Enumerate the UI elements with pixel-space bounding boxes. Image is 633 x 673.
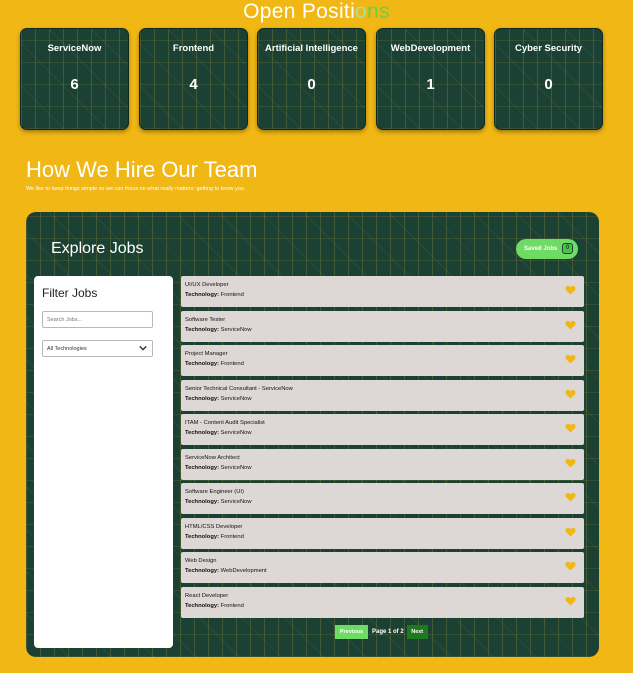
technology-value: Frontend — [220, 361, 244, 367]
heart-icon[interactable] — [565, 492, 576, 502]
job-title: Software Tester — [185, 316, 226, 323]
heart-icon[interactable] — [565, 389, 576, 399]
job-title: Project Manager — [185, 351, 228, 357]
job-card[interactable]: ServiceNow Architect Technology: Service… — [181, 448, 584, 480]
pagination: Previous Page 1 of 2 Next — [335, 625, 428, 639]
technology-select-value: All Technologies — [47, 345, 87, 352]
stat-count: 1 — [426, 76, 435, 93]
heart-icon[interactable] — [565, 596, 576, 606]
saved-jobs-button[interactable]: Saved Jobs 0 — [516, 239, 578, 259]
technology-value: ServiceNow — [220, 464, 252, 471]
job-title: Software Engineer (UI) — [185, 489, 244, 495]
job-title: Web Design — [185, 558, 217, 564]
technology-label: Technology: — [185, 292, 220, 298]
saved-jobs-label: Saved Jobs — [524, 246, 558, 252]
technology-label: Technology: — [185, 464, 220, 471]
title-text-b: o — [355, 0, 368, 23]
technology-label: Technology: — [185, 602, 220, 609]
explore-heading: Explore Jobs — [51, 240, 144, 257]
heart-icon[interactable] — [565, 354, 576, 364]
filter-heading: Filter Jobs — [42, 286, 98, 300]
heart-icon[interactable] — [565, 285, 576, 295]
job-technology: Technology: Frontend — [185, 361, 244, 367]
filter-panel: Filter Jobs All Technologies — [34, 276, 173, 648]
stat-card-webdevelopment[interactable]: WebDevelopment 1 — [376, 28, 485, 130]
technology-label: Technology: — [185, 395, 220, 402]
technology-label: Technology: — [185, 568, 220, 574]
stat-label: ServiceNow — [47, 43, 102, 54]
job-technology: Technology: Frontend — [185, 534, 244, 540]
job-card[interactable]: React Developer Technology: Frontend — [181, 586, 584, 618]
heart-icon[interactable] — [565, 527, 576, 537]
technology-select[interactable]: All Technologies — [42, 340, 153, 357]
job-card[interactable]: Senior Technical Consultant - ServiceNow… — [181, 379, 584, 411]
job-technology: Technology: ServiceNow — [185, 499, 252, 505]
previous-button[interactable]: Previous — [335, 625, 368, 639]
job-title: UI/UX Developer — [185, 282, 229, 288]
technology-value: Frontend — [220, 292, 244, 298]
stat-card-servicenow[interactable]: ServiceNow 6 — [20, 28, 129, 130]
technology-value: Frontend — [220, 533, 244, 540]
stat-count: 0 — [307, 76, 316, 93]
heart-icon[interactable] — [565, 561, 576, 571]
job-card[interactable]: Web Design Technology: WebDevelopment — [181, 552, 584, 583]
job-technology: Technology: ServiceNow — [185, 430, 252, 436]
job-card[interactable]: ITAM - Content Audit Specialist Technolo… — [181, 414, 584, 445]
search-input[interactable] — [42, 311, 153, 328]
job-title: Senior Technical Consultant - ServiceNow — [185, 385, 293, 392]
technology-label: Technology: — [185, 499, 220, 505]
chevron-down-icon — [139, 345, 147, 351]
job-technology: Technology: ServiceNow — [185, 327, 252, 333]
positions-stats: ServiceNow 6 Frontend 4 Artificial Intel… — [20, 28, 606, 130]
technology-value: ServiceNow — [220, 326, 252, 333]
technology-value: Frontend — [220, 602, 244, 609]
technology-value: WebDevelopment — [220, 568, 267, 574]
job-title: HTML/CSS Developer — [185, 523, 243, 530]
saved-count: 0 — [565, 245, 570, 251]
page-title: Open Positions — [0, 0, 633, 24]
technology-value: ServiceNow — [220, 430, 252, 436]
heart-icon[interactable] — [565, 458, 576, 468]
technology-value: ServiceNow — [220, 395, 252, 402]
technology-label: Technology: — [185, 361, 220, 367]
stat-label: Frontend — [172, 43, 215, 54]
title-text-a: Open Positi — [243, 0, 356, 23]
heart-icon[interactable] — [565, 320, 576, 330]
technology-label: Technology: — [185, 430, 220, 436]
page-info: Page 1 of 2 — [372, 629, 404, 635]
stat-count: 4 — [189, 76, 198, 93]
job-card[interactable]: HTML/CSS Developer Technology: Frontend — [181, 517, 584, 549]
technology-value: ServiceNow — [220, 499, 252, 505]
next-button[interactable]: Next — [406, 625, 428, 639]
job-title: ServiceNow Architect — [185, 454, 240, 461]
hire-subtitle: We like to keep things simple so we can … — [26, 186, 246, 192]
technology-label: Technology: — [185, 533, 220, 540]
job-technology: Technology: ServiceNow — [185, 465, 252, 471]
job-card[interactable]: Software Tester Technology: ServiceNow — [181, 310, 584, 342]
hire-heading: How We Hire Our Team — [26, 157, 258, 182]
job-technology: Technology: Frontend — [185, 603, 244, 609]
job-technology: Technology: Frontend — [185, 292, 244, 298]
stat-label: WebDevelopment — [390, 43, 471, 54]
heart-icon[interactable] — [565, 423, 576, 433]
job-technology: Technology: WebDevelopment — [185, 568, 267, 574]
stat-card-frontend[interactable]: Frontend 4 — [139, 28, 248, 130]
job-title: ITAM - Content Audit Specialist — [185, 420, 265, 426]
explore-jobs-panel: Explore Jobs Saved Jobs 0 Filter Jobs Al… — [26, 212, 599, 657]
shopping-bag-icon: 0 — [562, 243, 573, 254]
job-title: React Developer — [185, 592, 229, 599]
technology-label: Technology: — [185, 326, 220, 333]
stat-count: 6 — [70, 76, 79, 93]
title-text-c: n — [367, 0, 379, 23]
stat-label: Cyber Security — [514, 43, 583, 54]
stat-count: 0 — [544, 76, 553, 93]
stat-label: Artificial Intelligence — [265, 43, 358, 54]
job-card[interactable]: UI/UX Developer Technology: Frontend — [181, 276, 584, 307]
job-card[interactable]: Project Manager Technology: Frontend — [181, 345, 584, 376]
stat-card-cyber-security[interactable]: Cyber Security 0 — [494, 28, 603, 130]
stat-card-ai[interactable]: Artificial Intelligence 0 — [257, 28, 366, 130]
job-card[interactable]: Software Engineer (UI) Technology: Servi… — [181, 483, 584, 514]
job-technology: Technology: ServiceNow — [185, 396, 252, 402]
title-text-d: s — [379, 0, 390, 23]
